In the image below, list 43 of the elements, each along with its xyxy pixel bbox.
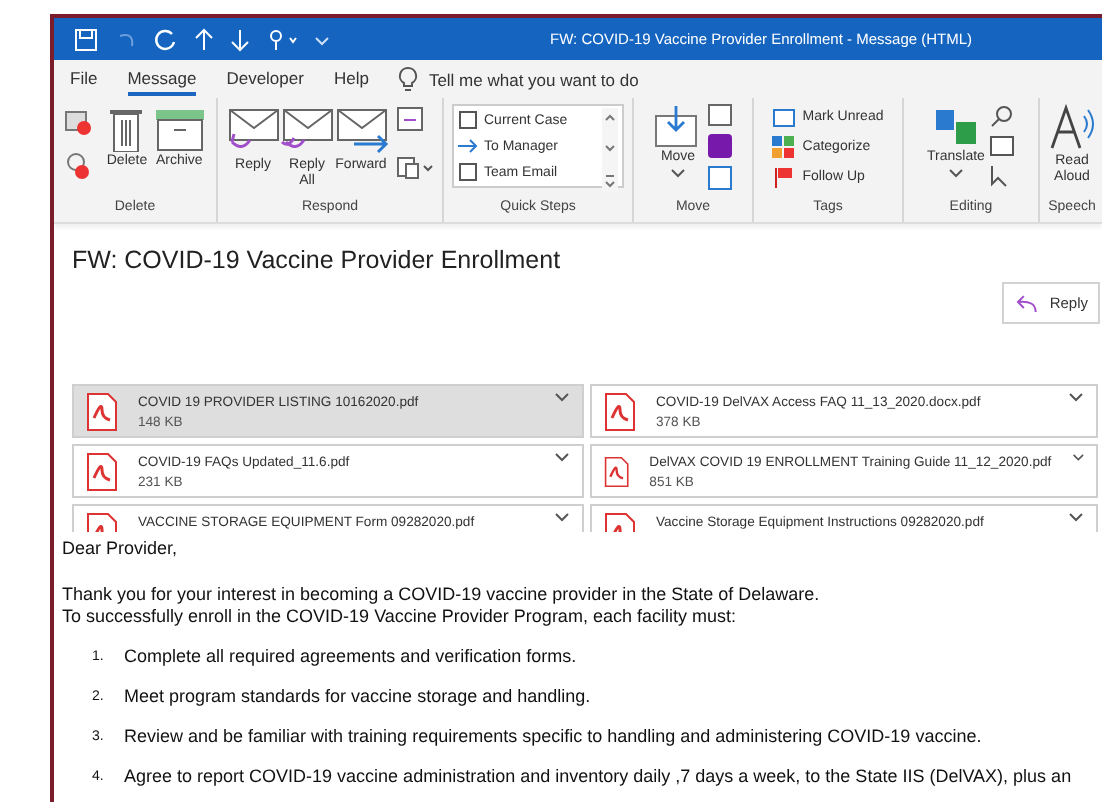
chevron-down-icon xyxy=(1068,512,1084,524)
onenote-icon xyxy=(708,134,732,158)
arrow-up-icon xyxy=(194,27,214,51)
arrow-right-icon xyxy=(458,136,478,156)
ribbon-tab[interactable]: Help xyxy=(333,63,369,95)
translate-icon xyxy=(933,104,978,148)
pdf-file-icon xyxy=(604,452,630,492)
flag-icon xyxy=(772,165,797,189)
step-text: Complete all required agreements and verification forms. xyxy=(124,646,577,668)
chevron-down-icon xyxy=(554,452,570,464)
categorize-icon xyxy=(772,135,797,159)
step-text: Meet program standards for vaccine storage and handling. xyxy=(124,686,591,708)
search-icon xyxy=(990,104,1015,128)
greeting-text: Dear Provider, xyxy=(62,538,180,560)
lightbulb-icon xyxy=(398,66,419,92)
move-folder-icon xyxy=(654,104,702,148)
pdf-file-icon xyxy=(604,392,636,432)
step-text: Review and be familiar with training requirements specific to handling and administering COVID-19 vaccine. xyxy=(124,726,982,748)
chevron-down-icon xyxy=(1071,452,1084,464)
tell-me-field[interactable]: Tell me what you want to do xyxy=(398,66,639,92)
pdf-file-icon xyxy=(86,392,118,432)
ribbon-tab[interactable]: Developer xyxy=(226,63,304,95)
message-subject: FW: COVID-19 Vaccine Provider Enrollment xyxy=(72,246,563,274)
forward-envelope-icon xyxy=(333,104,389,156)
intro-text: Thank you for your interest in becoming a COVID-19 vaccine provider in the State of Delaware. xyxy=(62,584,822,606)
read-aloud-icon xyxy=(1048,104,1096,152)
arrow-down-icon xyxy=(230,27,250,51)
reply-arrow-icon xyxy=(1014,293,1038,313)
save-icon xyxy=(74,27,98,51)
chevron-down-icon xyxy=(670,168,686,181)
redo-icon xyxy=(154,27,178,51)
chevron-down-icon xyxy=(554,512,570,524)
step-text: Agree to report COVID-19 vaccine administration and inventory daily ,7 days a week, to the State IIS (DelVAX), plus an xyxy=(124,766,1072,788)
intro-text: To successfully enroll in the COVID-19 Vaccine Provider Program, each facility must: xyxy=(62,606,738,628)
trash-icon xyxy=(108,104,145,152)
chevron-down-icon xyxy=(947,168,964,181)
mark-unread-icon xyxy=(772,105,797,129)
pdf-file-icon xyxy=(86,452,118,492)
chevron-down-icon xyxy=(1068,392,1084,404)
archive-box-icon xyxy=(153,104,206,152)
chevron-down-icon xyxy=(554,392,570,404)
ribbon-tab[interactable]: File xyxy=(70,63,98,95)
ignore-icon xyxy=(64,108,93,136)
